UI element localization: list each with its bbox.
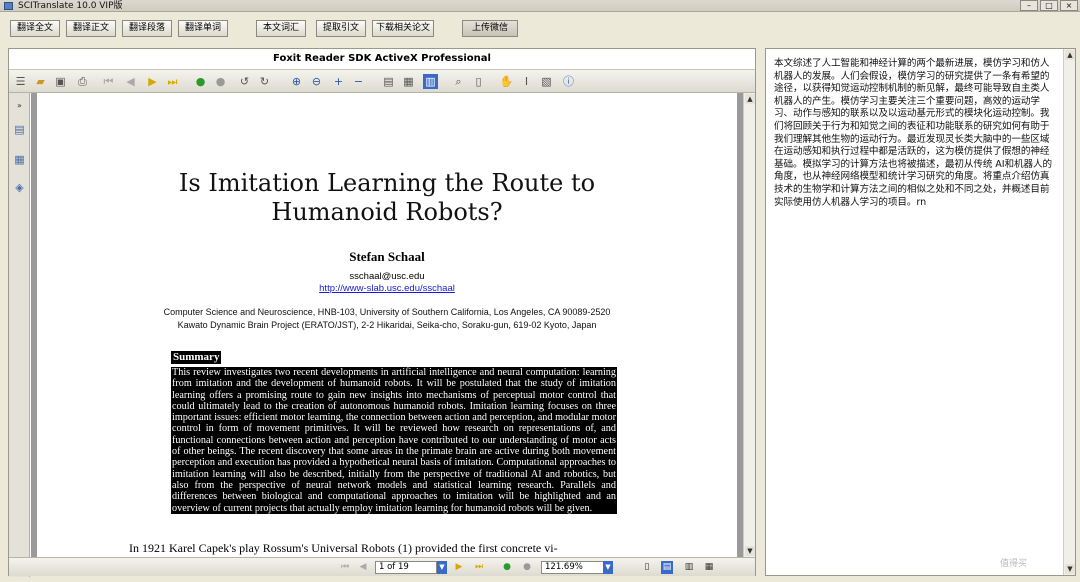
go-back-icon[interactable]: ● — [193, 74, 208, 89]
status-next-page-icon[interactable]: ▶ — [453, 561, 465, 574]
window-titlebar: SCITranslate 10.0 VIP版 – □ × — [0, 0, 1080, 12]
pages-panel-icon[interactable]: ▤ — [13, 123, 26, 136]
layers-panel-icon[interactable]: ◈ — [13, 181, 26, 194]
document-area[interactable]: Is Imitation Learning the Route to Human… — [31, 93, 743, 557]
document-affiliation-1: Computer Science and Neuroscience, HNB-1… — [163, 307, 611, 317]
document-title: Is Imitation Learning the Route to Human… — [37, 169, 737, 227]
window-controls: – □ × — [1020, 0, 1078, 11]
app-icon — [4, 2, 13, 10]
pdf-viewer: Foxit Reader SDK ActiveX Professional ☰ … — [8, 48, 756, 577]
fit-page-icon[interactable]: ▦ — [401, 74, 416, 89]
scroll-up-icon[interactable]: ▲ — [745, 94, 755, 104]
last-page-icon[interactable]: ⏭ — [165, 74, 180, 89]
properties-icon[interactable]: ▯ — [471, 74, 486, 89]
fit-width-icon[interactable]: ▥ — [423, 74, 438, 89]
continuous-facing-icon[interactable]: ▦ — [703, 561, 715, 574]
summary-text-selected[interactable]: This review investigates two recent deve… — [171, 367, 617, 514]
status-prev-page-icon[interactable]: ◀ — [357, 561, 369, 574]
status-forward-icon[interactable]: ● — [521, 561, 533, 574]
translation-scroll-up-icon[interactable]: ▲ — [1065, 50, 1075, 60]
facing-page-icon[interactable]: ▥ — [683, 561, 695, 574]
translation-text[interactable]: 本文综述了人工智能和神经计算的两个最新进展，模仿学习和仿人机器人的发展。人们会假… — [774, 58, 1058, 209]
page-number-input[interactable]: 1 of 19 — [375, 561, 437, 574]
status-first-page-icon[interactable]: ⏮ — [339, 561, 351, 574]
continuous-page-icon[interactable]: ▤ — [661, 561, 673, 574]
rotate-right-icon[interactable]: ↻ — [257, 74, 272, 89]
translation-panel: 本文综述了人工智能和神经计算的两个最新进展，模仿学习和仿人机器人的发展。人们会假… — [765, 48, 1076, 576]
document-affiliation-2: Kawato Dynamic Brain Project (ERATO/JST)… — [177, 320, 597, 330]
first-page-icon[interactable]: ⏮ — [101, 74, 116, 89]
rotate-left-icon[interactable]: ↺ — [237, 74, 252, 89]
document-title-line2: Humanoid Robots? — [271, 198, 503, 226]
zoom-minus-icon[interactable]: − — [351, 74, 366, 89]
find-icon[interactable]: ⌕ — [451, 74, 466, 89]
translate-paragraph-button[interactable]: 翻译段落 — [122, 20, 172, 37]
document-scrollbar[interactable]: ▲ ▼ — [743, 93, 755, 557]
snapshot-icon[interactable]: ▧ — [539, 74, 554, 89]
extract-citations-button[interactable]: 提取引文 — [316, 20, 366, 37]
download-related-papers-button[interactable]: 下载相关论文 — [372, 20, 434, 37]
window-title: SCITranslate 10.0 VIP版 — [18, 1, 123, 11]
translate-full-button[interactable]: 翻译全文 — [10, 20, 60, 37]
document-email: sschaal@usc.edu — [349, 271, 425, 282]
print-icon[interactable]: ⎙ — [75, 74, 90, 89]
translate-word-button[interactable]: 翻译单词 — [178, 20, 228, 37]
viewer-toolbar: ☰ ▰ ▣ ⎙ ⏮ ◀ ▶ ⏭ ● ● ↺ ↻ ⊕ ⊖ + − ▤ ▦ ▥ ⌕ … — [9, 69, 755, 93]
single-page-icon[interactable]: ▯ — [641, 561, 653, 574]
actual-size-icon[interactable]: ▤ — [381, 74, 396, 89]
translation-scroll-down-icon[interactable]: ▼ — [1065, 564, 1075, 574]
command-toolbar: 翻译全文 翻译正文 翻译段落 翻译单词 本文词汇 提取引文 下载相关论文 上传微… — [0, 12, 1080, 48]
open-folder-icon[interactable]: ▰ — [33, 74, 48, 89]
document-url[interactable]: http://www-slab.usc.edu/sschaal — [37, 283, 737, 294]
status-last-page-icon[interactable]: ⏭ — [473, 561, 485, 574]
expand-panel-icon[interactable]: » — [13, 99, 26, 112]
next-page-icon[interactable]: ▶ — [145, 74, 160, 89]
minimize-button[interactable]: – — [1020, 0, 1038, 11]
select-text-icon[interactable]: I — [519, 74, 534, 89]
close-button[interactable]: × — [1060, 0, 1078, 11]
status-back-icon[interactable]: ● — [501, 561, 513, 574]
intro-paragraph: In 1921 Karel Capek's play Rossum's Univ… — [129, 541, 558, 555]
prev-page-icon[interactable]: ◀ — [123, 74, 138, 89]
document-author: Stefan Schaal — [349, 249, 425, 264]
save-icon[interactable]: ▣ — [53, 74, 68, 89]
translation-scrollbar[interactable]: ▲ ▼ — [1063, 49, 1075, 575]
zoom-plus-icon[interactable]: + — [331, 74, 346, 89]
viewer-sidebar: » ▤ ▦ ◈ ⌇ — [9, 93, 30, 577]
summary-heading: Summary — [171, 351, 222, 364]
menu-icon[interactable]: ☰ — [13, 74, 28, 89]
page-dropdown-icon[interactable]: ▼ — [437, 561, 447, 574]
go-forward-icon[interactable]: ● — [213, 74, 228, 89]
upload-wechat-button[interactable]: 上传微信 — [462, 20, 518, 37]
watermark: 值得买 — [1000, 559, 1028, 569]
zoom-out-icon[interactable]: ⊖ — [309, 74, 324, 89]
viewer-title: Foxit Reader SDK ActiveX Professional — [9, 49, 755, 69]
maximize-button[interactable]: □ — [1040, 0, 1058, 11]
pdf-page: Is Imitation Learning the Route to Human… — [37, 93, 737, 557]
hand-tool-icon[interactable]: ✋ — [499, 74, 514, 89]
about-icon[interactable]: ⓘ — [561, 74, 576, 89]
translate-body-button[interactable]: 翻译正文 — [66, 20, 116, 37]
document-title-line1: Is Imitation Learning the Route to — [178, 169, 596, 197]
zoom-level-input[interactable]: 121.69% — [541, 561, 605, 574]
zoom-dropdown-icon[interactable]: ▼ — [603, 561, 613, 574]
viewer-statusbar: ⏮ ◀ 1 of 19 ▼ ▶ ⏭ ● ● 121.69% ▼ ▯ ▤ ▥ ▦ — [9, 557, 755, 576]
vocabulary-button[interactable]: 本文词汇 — [256, 20, 306, 37]
zoom-in-icon[interactable]: ⊕ — [289, 74, 304, 89]
bookmarks-panel-icon[interactable]: ▦ — [13, 153, 26, 166]
scroll-down-icon[interactable]: ▼ — [745, 546, 755, 556]
